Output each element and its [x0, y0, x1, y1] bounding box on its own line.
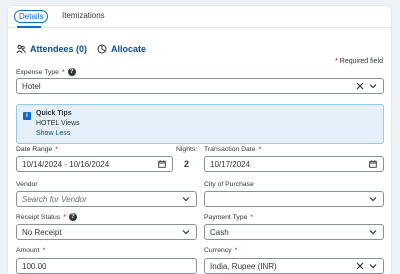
attendees-label: Attendees (0): [30, 44, 88, 54]
nights-label: Nights:: [176, 146, 198, 153]
city-of-purchase-field[interactable]: [204, 191, 384, 207]
payment-type-label: Payment Type *: [204, 214, 253, 221]
amount-label: Amount *: [16, 247, 46, 254]
receipt-status-value: No Receipt: [22, 227, 62, 237]
chevron-down-icon[interactable]: [368, 228, 378, 236]
tab-bar: Details Itemizations: [8, 6, 393, 28]
chevron-down-icon[interactable]: [368, 82, 378, 90]
amount-field[interactable]: 100.00: [16, 258, 197, 274]
expense-type-label: Expense Type * ?: [16, 68, 76, 76]
receipt-status-field[interactable]: No Receipt: [16, 224, 197, 240]
expense-type-value: Hotel: [22, 81, 41, 91]
transaction-date-value: 10/17/2024: [210, 159, 251, 169]
date-range-value: 10/14/2024 - 10/16/2024: [22, 159, 110, 169]
date-range-field[interactable]: 10/14/2024 - 10/16/2024: [16, 156, 173, 172]
attendees-icon: [16, 44, 26, 54]
city-of-purchase-label: City of Purchase: [204, 181, 254, 188]
expense-details-card: Details Itemizations Attendees (0) Alloc…: [7, 5, 393, 274]
tab-details[interactable]: Details: [14, 10, 49, 23]
chevron-down-icon[interactable]: [181, 228, 191, 236]
info-icon: i: [23, 112, 31, 120]
receipt-status-label: Receipt Status * ?: [16, 213, 77, 221]
clear-icon[interactable]: [355, 262, 365, 270]
currency-value: India, Rupee (INR): [210, 261, 277, 271]
show-less-link[interactable]: Show Less: [36, 130, 70, 137]
required-star: *: [335, 58, 338, 65]
vendor-field[interactable]: Search for Vendor: [16, 191, 197, 207]
currency-field[interactable]: India, Rupee (INR): [204, 258, 384, 274]
nights-value: 2: [184, 159, 190, 169]
required-field-note: * Required field: [335, 58, 383, 65]
allocate-label: Allocate: [111, 44, 147, 54]
transaction-date-label: Transaction Date *: [204, 146, 262, 153]
payment-type-value: Cash: [210, 227, 229, 237]
currency-label: Currency *: [204, 247, 238, 254]
quick-tips-panel: i Quick Tips HOTEL Views Show Less: [16, 104, 384, 144]
tab-active-indicator: [17, 26, 41, 28]
vendor-label: Vendor: [16, 181, 38, 188]
tab-itemizations[interactable]: Itemizations: [62, 11, 105, 20]
chevron-down-icon[interactable]: [181, 195, 191, 203]
quick-tips-title: Quick Tips: [36, 110, 72, 117]
clear-icon[interactable]: [355, 82, 365, 90]
calendar-icon[interactable]: [368, 160, 378, 168]
allocate-icon: [97, 44, 107, 54]
payment-type-field[interactable]: Cash: [204, 224, 384, 240]
calendar-icon[interactable]: [157, 160, 167, 168]
attendees-button[interactable]: Attendees (0): [16, 44, 87, 54]
quick-tips-body: HOTEL Views: [36, 120, 80, 127]
transaction-date-field[interactable]: 10/17/2024: [204, 156, 384, 172]
vendor-placeholder: Search for Vendor: [22, 194, 87, 204]
help-icon[interactable]: ?: [67, 68, 76, 76]
chevron-down-icon[interactable]: [368, 195, 378, 203]
help-icon[interactable]: ?: [68, 213, 77, 221]
date-range-label: Date Range *: [16, 146, 58, 153]
chevron-down-icon[interactable]: [368, 262, 378, 270]
allocate-button[interactable]: Allocate: [97, 44, 146, 54]
amount-value: 100.00: [22, 261, 47, 271]
expense-type-field[interactable]: Hotel: [16, 78, 384, 94]
